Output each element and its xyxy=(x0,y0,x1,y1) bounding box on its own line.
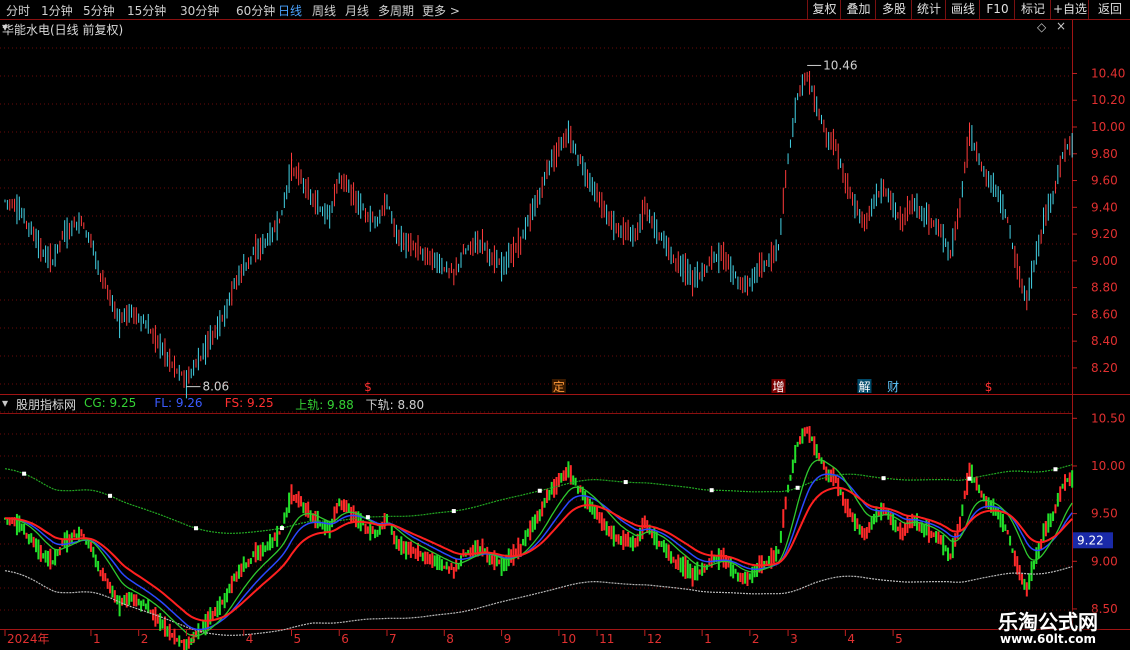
indicator-field-0: CG: 9.25 xyxy=(84,396,137,410)
x-tick-label: 3 xyxy=(188,632,196,646)
current-value-label: 9.22 xyxy=(1077,533,1104,547)
upper-band-dot xyxy=(709,488,714,493)
x-tick-label: 1 xyxy=(93,632,101,646)
event-marker: $ xyxy=(364,380,372,394)
indicator-field-4: 下轨: 8.80 xyxy=(365,398,425,412)
upper-band-dot xyxy=(108,493,113,498)
event-marker: 定 xyxy=(553,379,565,394)
stock-chart: 8.20 8.40 8.60 8.80 9.00 9.20 9.40 9.60 9.80 10.0… xyxy=(0,19,1130,650)
upper-band-dot xyxy=(451,509,456,514)
low-price-label: 8.06 xyxy=(202,380,229,394)
watermark-url: www.60lt.com xyxy=(1000,632,1097,646)
cg-line xyxy=(4,459,1073,637)
y-tick-label: 9.00 xyxy=(1091,254,1118,268)
upper-band-dot xyxy=(193,526,198,531)
fs-line xyxy=(5,486,1073,622)
x-tick-label: 5 xyxy=(293,632,301,646)
indicator-field-2: FS: 9.25 xyxy=(224,396,274,410)
y-tick-label: 10.20 xyxy=(1091,93,1125,107)
upper-band-dot xyxy=(623,480,628,485)
x-tick-label: 9 xyxy=(504,632,512,646)
y-tick-label: 10.40 xyxy=(1091,66,1125,80)
y-tick-label: 9.80 xyxy=(1091,147,1118,161)
indicator-field-3: 上轨: 9.88 xyxy=(295,398,354,412)
x-tick-label: 1 xyxy=(704,632,712,646)
x-tick-label: 5 xyxy=(895,632,903,646)
fl-line xyxy=(5,473,1073,631)
event-marker: 解 xyxy=(858,380,870,394)
y-tick-label: 9.00 xyxy=(1091,554,1118,568)
y-tick-label: 9.20 xyxy=(1091,227,1118,241)
y-tick-label: 8.40 xyxy=(1091,334,1118,348)
y-tick-label: 10.00 xyxy=(1091,120,1125,134)
event-marker: $ xyxy=(985,380,993,394)
diamond-icon[interactable]: ◇ xyxy=(1037,20,1046,34)
y-tick-label: 9.40 xyxy=(1091,200,1118,214)
high-price-label: 10.46 xyxy=(823,58,857,72)
chart-title: 华能水电(日线 前复权) xyxy=(2,23,124,37)
x-tick-label: 4 xyxy=(246,632,254,646)
event-marker: 财 xyxy=(887,380,899,394)
upper-band-dot xyxy=(279,526,284,531)
y-tick-label: 9.60 xyxy=(1091,174,1118,188)
y-tick-label: 8.60 xyxy=(1091,307,1118,321)
upper-band-dot xyxy=(967,476,972,481)
y-tick-label: 8.20 xyxy=(1091,361,1118,375)
x-tick-label: 4 xyxy=(847,632,855,646)
x-tick-label: 2024年 xyxy=(7,632,50,646)
upper-band-dot xyxy=(881,476,886,481)
upper-band-dot xyxy=(365,515,370,520)
upper-band-dot xyxy=(795,485,800,490)
event-marker: 增 xyxy=(773,380,785,394)
y-tick-label: 10.00 xyxy=(1091,459,1125,473)
indicator-name: 股朋指标网 xyxy=(16,398,77,412)
x-tick-label: 11 xyxy=(599,632,614,646)
x-tick-label: 2 xyxy=(141,632,149,646)
upper-band-dot xyxy=(1053,467,1058,472)
x-tick-label: 2 xyxy=(752,632,760,646)
y-tick-label: 9.50 xyxy=(1091,507,1118,521)
x-tick-label: 7 xyxy=(389,632,397,646)
x-tick-label: 3 xyxy=(790,632,798,646)
x-tick-label: 6 xyxy=(341,632,349,646)
indicator-chevron-icon[interactable]: ▾ xyxy=(2,396,8,410)
y-tick-label: 10.50 xyxy=(1091,411,1125,425)
upper-band-dot xyxy=(22,471,27,476)
indicator-field-1: FL: 9.26 xyxy=(154,396,203,410)
close-icon[interactable]: × xyxy=(1056,19,1066,33)
x-tick-label: 12 xyxy=(647,632,662,646)
x-tick-label: 8 xyxy=(446,632,454,646)
y-tick-label: 8.80 xyxy=(1091,281,1118,295)
upper-band-dot xyxy=(537,488,542,493)
x-tick-label: 10 xyxy=(561,632,576,646)
watermark-title: 乐淘公式网 xyxy=(998,610,1098,634)
